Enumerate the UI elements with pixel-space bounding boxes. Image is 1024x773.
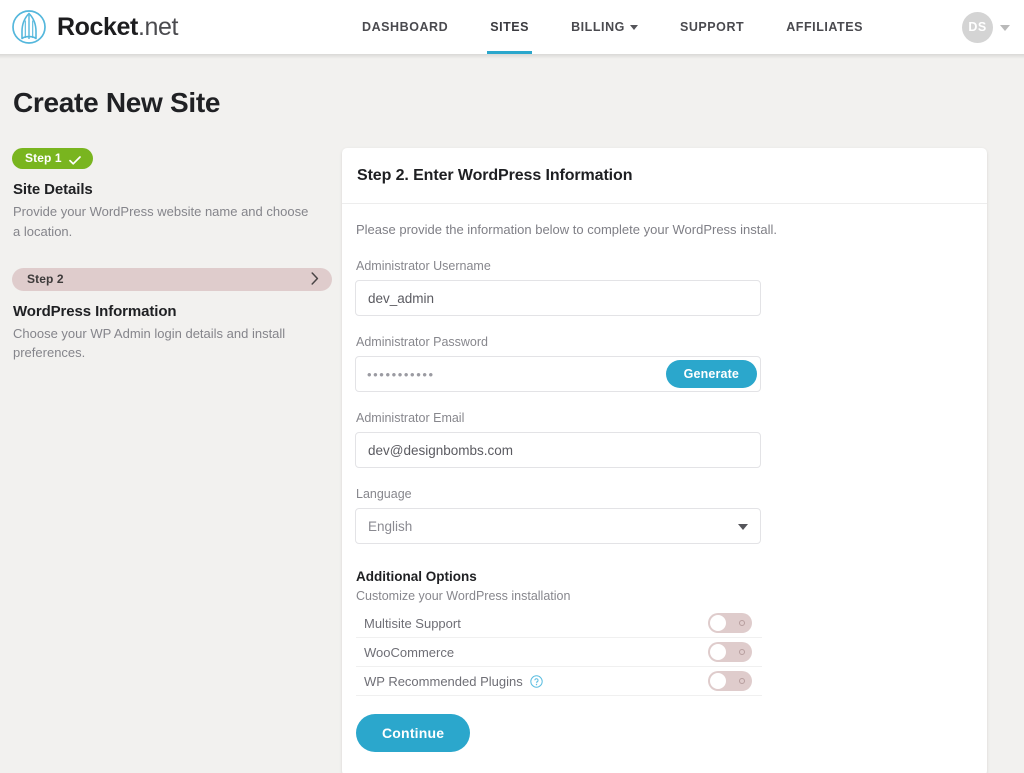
toggle-off-dot-icon	[739, 649, 745, 655]
administrator-password-label: Administrator Password	[356, 335, 488, 349]
generate-password-button[interactable]: Generate	[665, 360, 757, 388]
option-wp-recommended-plugins-label-wrap: WP Recommended Plugins	[364, 674, 543, 689]
toggle-multisite-support[interactable]	[708, 613, 752, 633]
card-body: Please provide the information below to …	[342, 204, 987, 773]
step-1-description: Provide your WordPress website name and …	[13, 204, 309, 239]
administrator-email-input[interactable]	[355, 432, 761, 468]
additional-options-title: Additional Options	[356, 569, 477, 584]
administrator-email-label: Administrator Email	[356, 411, 465, 425]
step-2-title: WordPress Information	[13, 302, 177, 320]
content-layout: Step 1 Site Details Provide your WordPre…	[12, 148, 1000, 773]
option-multisite-support-label: Multisite Support	[364, 615, 461, 631]
option-wp-recommended-plugins-label: WP Recommended Plugins	[364, 673, 523, 689]
step-2-badge-label: Step 2	[27, 271, 64, 286]
top-navigation-bar: Rocket.net DASHBOARD SITES BILLING SUPPO…	[0, 0, 1024, 59]
nav-item-billing[interactable]: BILLING	[550, 0, 659, 54]
field-language: Language English	[355, 487, 963, 544]
check-icon	[68, 154, 81, 165]
chevron-right-icon	[311, 272, 319, 285]
toggle-off-dot-icon	[739, 678, 745, 684]
chevron-down-icon	[1000, 24, 1010, 31]
brand-name-bold: Rocket	[57, 12, 138, 41]
chevron-down-icon	[629, 25, 638, 30]
step-2-description: Choose your WP Admin login details and i…	[13, 325, 286, 361]
step-2-badge[interactable]: Step 2	[12, 267, 332, 291]
page-title: Create New Site	[13, 87, 221, 118]
nav-item-billing-label: BILLING	[571, 20, 625, 34]
card-intro-text: Please provide the information below to …	[356, 222, 778, 237]
field-administrator-username: Administrator Username	[355, 259, 963, 316]
card-title: Step 2. Enter WordPress Information	[357, 167, 633, 184]
account-menu[interactable]: DS	[962, 11, 1010, 43]
nav-item-support[interactable]: SUPPORT	[659, 0, 765, 54]
field-administrator-password: Administrator Password ••••••••••• Gener…	[355, 335, 963, 392]
toggle-knob	[710, 673, 726, 689]
field-administrator-email: Administrator Email	[355, 411, 963, 468]
language-select[interactable]: English	[355, 508, 761, 544]
administrator-username-input[interactable]	[355, 280, 761, 316]
nav-item-sites-label: SITES	[490, 20, 530, 34]
steps-sidebar: Step 1 Site Details Provide your WordPre…	[12, 148, 342, 363]
toggle-woocommerce[interactable]	[708, 642, 752, 662]
avatar: DS	[962, 11, 993, 43]
option-row-multisite-support: Multisite Support	[356, 609, 762, 638]
brand-name-light: .net	[137, 12, 179, 41]
toggle-wp-recommended-plugins[interactable]	[708, 671, 752, 691]
caret-down-icon	[738, 524, 748, 530]
language-selected-value: English	[368, 518, 413, 534]
step-1-block: Step 1 Site Details Provide your WordPre…	[12, 148, 332, 242]
language-label: Language	[356, 487, 412, 501]
nav-item-support-label: SUPPORT	[679, 20, 745, 34]
nav-item-dashboard-label: DASHBOARD	[362, 20, 449, 34]
toggle-off-dot-icon	[739, 620, 745, 626]
nav-item-sites[interactable]: SITES	[469, 0, 550, 54]
toggle-knob	[710, 644, 726, 660]
question-circle-icon[interactable]	[530, 674, 543, 688]
additional-options-subtitle: Customize your WordPress installation	[356, 589, 571, 603]
option-row-woocommerce: WooCommerce	[356, 638, 762, 667]
step-1-badge-label: Step 1	[25, 151, 62, 165]
step-1-badge[interactable]: Step 1	[12, 148, 93, 169]
step-2-block: Step 2 WordPress Information Choose your…	[12, 267, 332, 364]
toggle-knob	[710, 615, 726, 631]
nav-item-affiliates-label: AFFILIATES	[786, 20, 864, 34]
nav-item-dashboard[interactable]: DASHBOARD	[341, 0, 469, 54]
brand-wordmark: Rocket.net	[57, 13, 178, 42]
page-content: Create New Site Step 1 Site Details Prov…	[0, 54, 1024, 773]
brand-logo[interactable]: Rocket.net	[10, 8, 178, 46]
card-header: Step 2. Enter WordPress Information	[342, 148, 987, 204]
main-nav: DASHBOARD SITES BILLING SUPPORT AFFILIAT…	[341, 0, 884, 54]
wordpress-information-card: Step 2. Enter WordPress Information Plea…	[342, 148, 987, 773]
administrator-username-label: Administrator Username	[356, 259, 491, 273]
option-row-wp-recommended-plugins: WP Recommended Plugins	[356, 667, 762, 696]
step-1-title: Site Details	[13, 181, 93, 198]
continue-button[interactable]: Continue	[356, 714, 471, 752]
option-woocommerce-label: WooCommerce	[364, 644, 455, 660]
nav-item-affiliates[interactable]: AFFILIATES	[765, 0, 884, 54]
rocket-circle-logo-icon	[10, 8, 48, 46]
